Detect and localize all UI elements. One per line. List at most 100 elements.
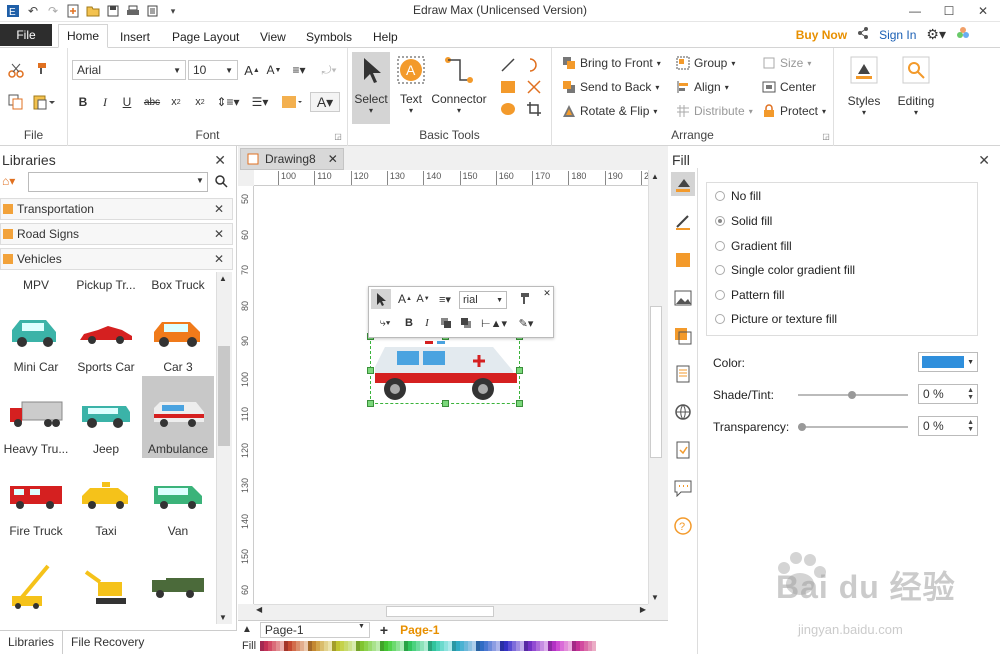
copy-icon[interactable] (6, 92, 26, 112)
chevron-down-icon[interactable]: ▼ (196, 176, 204, 185)
send-to-back-icon[interactable] (457, 313, 475, 333)
gradient-fill-option[interactable]: Gradient fill (715, 239, 792, 253)
drawing-canvas[interactable]: A ▲ A ▼ ≡▾ rial ▼ ✕ ⤷▾ B I ⊢▲▾ ✎▾ (254, 186, 648, 604)
color-swatch[interactable] (592, 641, 597, 651)
pointer-icon[interactable] (371, 289, 391, 309)
slider-knob[interactable] (848, 391, 856, 399)
paste-icon[interactable] (30, 92, 58, 112)
slider-knob[interactable] (798, 423, 806, 431)
close-tab-icon[interactable]: ✕ (328, 152, 338, 166)
resize-handle[interactable] (367, 400, 374, 407)
group-button[interactable]: Group ▾ (676, 56, 735, 70)
canvas-horizontal-scrollbar[interactable]: ◀ ▶ (254, 604, 648, 618)
shape-heavy-truck[interactable]: Heavy Tru... (0, 376, 72, 458)
page-tab[interactable]: Page-1 (400, 623, 439, 637)
close-category-icon[interactable]: ✕ (214, 202, 224, 216)
hyperlink-panel-icon[interactable] (671, 400, 695, 424)
fill-color-picker[interactable]: ▼ (918, 352, 978, 372)
font-name-combo[interactable]: Arial ▼ (72, 60, 186, 80)
single-color-gradient-fill-option[interactable]: Single color gradient fill (715, 263, 855, 277)
close-category-icon[interactable]: ✕ (214, 227, 224, 241)
shape-crane[interactable] (0, 542, 72, 624)
line-spacing-icon[interactable]: ⇕≡▾ (214, 92, 242, 112)
grow-font-icon[interactable]: A ▲ (397, 289, 413, 309)
transparency-slider[interactable] (798, 423, 908, 431)
font-size-combo[interactable]: 10 ▼ (188, 60, 238, 80)
italic-icon[interactable]: I (419, 313, 435, 333)
picture-texture-fill-option[interactable]: Picture or texture fill (715, 312, 837, 326)
home-icon[interactable]: ⌂▾ (2, 174, 15, 188)
size-button[interactable]: Size ▾ (762, 56, 811, 70)
pattern-fill-option[interactable]: Pattern fill (715, 288, 784, 302)
library-search-input[interactable] (28, 172, 208, 192)
ambulance-shape[interactable] (371, 337, 521, 405)
shape-military-truck[interactable] (142, 542, 214, 624)
share-icon[interactable] (857, 27, 869, 42)
tab-symbols[interactable]: Symbols (298, 26, 360, 48)
close-button[interactable]: ✕ (966, 0, 1000, 22)
page-select[interactable]: Page-1 ▼ (259, 621, 370, 638)
rectangle-tool-icon[interactable] (498, 78, 518, 96)
font-color-icon[interactable]: A▾ (310, 92, 340, 112)
close-category-icon[interactable]: ✕ (214, 252, 224, 266)
resize-handle[interactable] (442, 400, 449, 407)
file-menu-tab[interactable]: File (0, 24, 52, 46)
line-color-icon[interactable]: ✎▾ (513, 313, 539, 333)
shade-tint-spinner[interactable]: 0 % ▲ ▼ (918, 384, 978, 404)
fill-panel-icon[interactable] (671, 172, 695, 196)
format-painter-icon[interactable] (513, 289, 533, 309)
italic-icon[interactable]: I (96, 92, 114, 112)
scroll-down-icon[interactable]: ▼ (651, 593, 659, 602)
scroll-up-icon[interactable]: ▲ (651, 172, 659, 181)
subscript-icon[interactable]: x2 (166, 92, 186, 112)
shape-box-truck[interactable]: Box Truck (142, 272, 214, 294)
shadow-panel-icon[interactable] (671, 248, 695, 272)
document-tab[interactable]: Drawing8 ✕ (240, 148, 344, 170)
ellipse-tool-icon[interactable] (498, 100, 518, 118)
arc-tool-icon[interactable] (524, 56, 544, 74)
tab-help[interactable]: Help (365, 26, 406, 48)
close-libraries-icon[interactable]: ✕ (214, 152, 226, 169)
editing-button[interactable]: Editing ▾ (894, 52, 938, 132)
scroll-down-icon[interactable]: ▼ (219, 613, 227, 622)
align-button[interactable]: Align ▾ (676, 80, 729, 94)
solid-fill-option[interactable]: Solid fill (715, 214, 772, 228)
sign-in-link[interactable]: Sign In (879, 28, 916, 42)
line-panel-icon[interactable] (671, 210, 695, 234)
theme-icon[interactable] (956, 26, 970, 43)
shape-ambulance[interactable]: Ambulance (142, 376, 214, 458)
line-style-icon[interactable]: ⊢▲▾ (479, 313, 509, 333)
add-page-icon[interactable]: + (380, 622, 388, 638)
scrollbar-thumb[interactable] (386, 606, 494, 617)
resize-handle[interactable] (516, 367, 523, 374)
scrollbar-thumb[interactable] (650, 306, 662, 458)
selection-box[interactable] (367, 307, 523, 407)
bullets-icon[interactable]: ☰▾ (246, 92, 274, 112)
canvas-vertical-scrollbar[interactable]: ▲ ▼ (648, 170, 664, 604)
image-panel-icon[interactable] (671, 286, 695, 310)
bring-to-front-button[interactable]: Bring to Front ▾ (562, 56, 661, 70)
tab-page-layout[interactable]: Page Layout (164, 26, 247, 48)
resize-handle[interactable] (516, 400, 523, 407)
cut-icon[interactable] (6, 60, 26, 80)
shape-mini-car[interactable]: Mini Car (0, 294, 72, 376)
attachment-panel-icon[interactable] (671, 438, 695, 462)
page-nav-up-icon[interactable]: ▲ (242, 624, 252, 635)
libraries-scrollbar[interactable]: ▲ ▼ (216, 272, 232, 624)
maximize-button[interactable]: ☐ (932, 0, 966, 22)
superscript-icon[interactable]: x2 (190, 92, 210, 112)
shape-sports-car[interactable]: Sports Car (70, 294, 142, 376)
text-align-icon[interactable]: ≡▾ (286, 60, 312, 80)
connector-style-icon[interactable]: ⤷▾ (373, 313, 397, 333)
text-tool-button[interactable]: A Text ▾ (394, 52, 428, 124)
tab-file-recovery[interactable]: File Recovery (63, 631, 152, 654)
scrollbar-thumb[interactable] (218, 346, 230, 446)
scroll-up-icon[interactable]: ▲ (219, 274, 227, 283)
shrink-font-icon[interactable]: A ▼ (415, 289, 431, 309)
shape-mpv[interactable]: MPV (0, 272, 72, 294)
library-category-vehicles[interactable]: Vehicles ✕ (0, 248, 233, 270)
settings-gear-icon[interactable]: ⚙▾ (926, 26, 946, 43)
protect-button[interactable]: Protect ▾ (762, 104, 826, 118)
tab-home[interactable]: Home (58, 24, 109, 48)
layer-panel-icon[interactable] (671, 324, 695, 348)
